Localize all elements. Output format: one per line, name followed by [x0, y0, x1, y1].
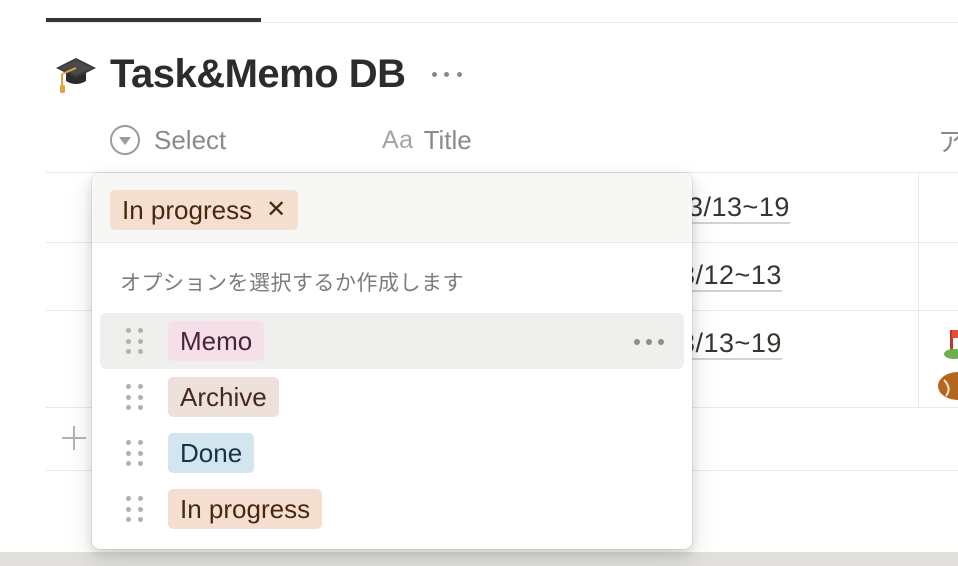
column-header-partial-label: ア — [938, 126, 958, 157]
plus-icon[interactable] — [60, 424, 88, 452]
drag-handle-icon[interactable] — [126, 384, 143, 410]
bottom-scrollbar[interactable] — [0, 552, 958, 566]
graduation-cap-icon[interactable] — [52, 50, 100, 98]
selected-tag-in-progress: In progress ✕ — [110, 190, 299, 230]
option-row-in-progress[interactable]: In progress — [100, 481, 684, 537]
option-tag: Done — [168, 433, 255, 473]
database-header: Task&Memo DB — [52, 46, 464, 102]
option-tag: Memo — [168, 321, 265, 361]
table-row-date[interactable]: 3/13~19 — [680, 328, 782, 360]
select-property-icon — [110, 125, 140, 155]
text-property-icon: Aa — [382, 125, 414, 154]
option-row-memo[interactable]: Memo — [100, 313, 684, 369]
dropdown-hint: オプションを選択するか作成します — [120, 272, 464, 295]
database-title[interactable]: Task&Memo DB — [110, 46, 406, 102]
close-icon[interactable]: ✕ — [266, 198, 286, 222]
active-view-tab-indicator[interactable] — [46, 18, 261, 22]
more-horizontal-icon[interactable] — [634, 339, 664, 345]
column-header-title[interactable]: Aa Title — [382, 120, 472, 160]
option-row-archive[interactable]: Archive — [100, 369, 684, 425]
option-tag: In progress — [168, 489, 323, 529]
ball-emoji-icon — [938, 372, 958, 400]
selected-tag-label: In progress — [122, 195, 253, 225]
tab-bar-divider — [46, 22, 958, 23]
drag-handle-icon[interactable] — [126, 328, 143, 354]
more-horizontal-icon[interactable] — [430, 64, 464, 84]
drag-handle-icon[interactable] — [126, 496, 143, 522]
table-row-date[interactable]: 3/12~13 — [680, 260, 782, 292]
column-header-select[interactable]: Select — [110, 120, 226, 160]
column-header-title-label: Title — [423, 124, 472, 155]
table-column-headers: Select Aa Title ア — [110, 120, 958, 160]
drag-handle-icon[interactable] — [126, 440, 143, 466]
column-header-partial[interactable]: ア — [938, 120, 958, 160]
select-option-dropdown: In progress ✕ オプションを選択するか作成します Memo Arch… — [92, 173, 692, 549]
column-header-select-label: Select — [154, 124, 227, 155]
option-tag: Archive — [168, 377, 279, 417]
table-row-date[interactable]: /3/13~19 — [680, 192, 790, 224]
column-divider — [918, 172, 919, 408]
selected-options-area[interactable]: In progress ✕ — [92, 173, 692, 243]
option-row-done[interactable]: Done — [100, 425, 684, 481]
flag-emoji-icon — [944, 330, 958, 359]
